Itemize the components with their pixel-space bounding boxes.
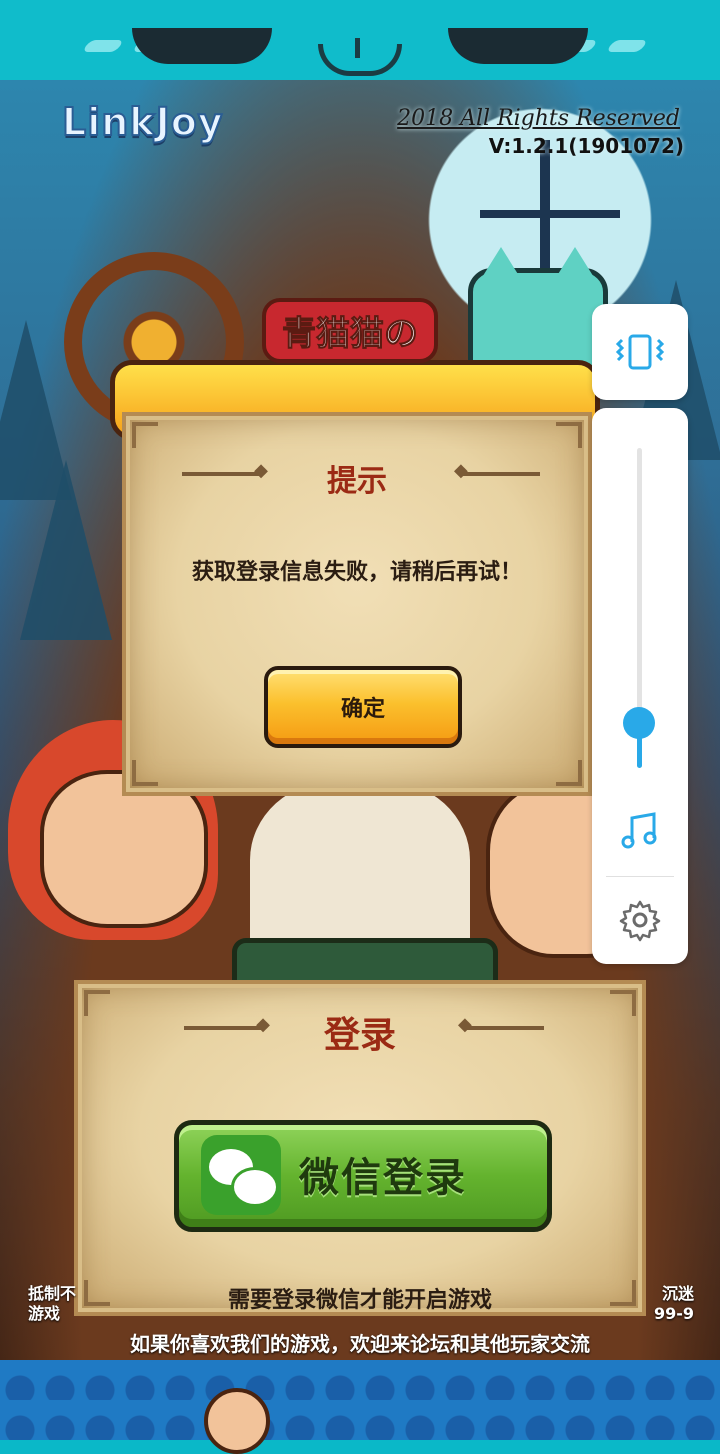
wechat-login-label: 微信登录 bbox=[299, 1155, 467, 1201]
dialog-corner bbox=[556, 760, 582, 786]
banner-stripe bbox=[605, 40, 649, 52]
bg-tree bbox=[20, 460, 112, 640]
ship-yard bbox=[480, 210, 620, 218]
forum-invite-text: 如果你喜欢我们的游戏，欢迎来论坛和其他玩家交流 bbox=[130, 1332, 590, 1356]
error-dialog: 提示 获取登录信息失败，请稍后再试！ 确定 bbox=[122, 412, 592, 796]
gear-icon[interactable] bbox=[618, 898, 662, 942]
wechat-login-button[interactable]: 微信登录 bbox=[174, 1120, 552, 1232]
notice-left-line1: 抵制不 bbox=[28, 1284, 77, 1303]
banner-eye-left bbox=[132, 28, 272, 64]
dialog-corner bbox=[132, 422, 158, 448]
login-hint: 需要登录微信才能开启游戏 bbox=[227, 1288, 492, 1313]
vibrate-icon bbox=[615, 334, 665, 370]
copyright-text: 2018 All Rights Reserved bbox=[397, 106, 680, 131]
vibrate-toggle[interactable] bbox=[592, 304, 688, 400]
wechat-icon bbox=[201, 1135, 281, 1215]
confirm-button-label: 确定 bbox=[340, 697, 385, 722]
game-title-sub: 青猫猫の bbox=[262, 298, 438, 363]
music-icon[interactable] bbox=[618, 808, 662, 852]
notice-left-line2: 游戏 bbox=[28, 1304, 61, 1323]
anti-addiction-notice-left: 抵制不 游戏 bbox=[28, 1284, 76, 1324]
dialog-corner bbox=[132, 760, 158, 786]
banner-stripe bbox=[81, 40, 125, 52]
dialog-corner bbox=[556, 422, 582, 448]
volume-slider-thumb[interactable] bbox=[623, 707, 655, 740]
top-cat-banner bbox=[0, 0, 720, 80]
notice-right-line2: 99-9 bbox=[653, 1304, 694, 1323]
banner-mouth bbox=[318, 38, 402, 76]
bottom-character-art bbox=[204, 1388, 270, 1454]
dialog-title: 提示 bbox=[327, 464, 387, 499]
bottom-wave-banner bbox=[0, 1360, 720, 1440]
side-divider bbox=[606, 876, 674, 877]
anti-addiction-notice-right: 沉迷 99-9 bbox=[648, 1284, 694, 1324]
login-title: 登录 bbox=[323, 1015, 396, 1056]
linkjoy-logo: LinkJoy bbox=[61, 99, 224, 145]
notice-right-line1: 沉迷 bbox=[661, 1284, 694, 1303]
login-panel: 登录 微信登录 需要登录微信才能开启游戏 bbox=[74, 980, 646, 1316]
volume-panel bbox=[592, 408, 688, 964]
banner-eye-right bbox=[448, 28, 588, 64]
version-text: V:1.2.1(1901072) bbox=[488, 134, 684, 158]
wechat-bubble bbox=[231, 1167, 279, 1207]
dialog-message: 获取登录信息失败，请稍后再试！ bbox=[191, 560, 522, 585]
confirm-button[interactable]: 确定 bbox=[264, 666, 462, 748]
